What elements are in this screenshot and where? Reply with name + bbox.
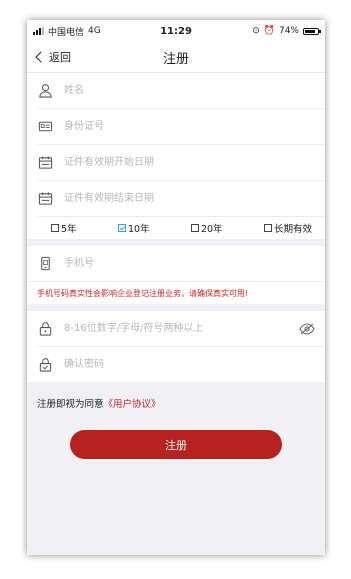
password-row: [37, 311, 325, 347]
start-date-row[interactable]: [37, 145, 325, 181]
confirm-password-input[interactable]: [62, 358, 315, 371]
phone-screen: 中国电信 4G 11:29 ⊙ ⏰ 74% 返回 注册 姓名 身份证号 证件有效…: [27, 20, 325, 555]
identity-section: 5年 10年 20年 长期有效: [27, 73, 325, 239]
calendar-icon: [37, 155, 53, 171]
carrier-label: 中国电信: [48, 27, 85, 38]
mobile-phone-icon: [37, 256, 53, 272]
checkbox-icon: [51, 224, 59, 232]
phone-input[interactable]: [62, 257, 315, 270]
status-bar: 中国电信 4G 11:29 ⊙ ⏰ 74%: [27, 20, 325, 42]
option-10-years[interactable]: 10年: [117, 221, 150, 235]
calendar-icon: [37, 191, 53, 207]
option-long-term[interactable]: 长期有效: [263, 221, 312, 235]
checkbox-icon: [263, 224, 272, 232]
agreement-text: 注册即视为同意《用户协议》: [37, 399, 161, 410]
start-date-input[interactable]: [62, 156, 315, 169]
end-date-input[interactable]: [62, 192, 315, 205]
checkbox-icon: [190, 224, 199, 232]
register-button[interactable]: 注册: [70, 430, 282, 459]
phone-section: 手机号码真实性会影响企业登记注册业务，请确保真实可用!: [27, 246, 325, 304]
page-title: 注册: [162, 51, 189, 67]
option-5-years[interactable]: 5年: [51, 221, 77, 235]
chevron-left-icon: [35, 51, 47, 63]
lock-icon: [37, 321, 53, 337]
person-icon: [37, 83, 53, 99]
battery-icon: [303, 27, 321, 35]
id-row: [37, 109, 325, 145]
phone-warning: 手机号码真实性会影响企业登记注册业务，请确保真实可用!: [27, 281, 325, 304]
shield-check-icon: [37, 357, 53, 373]
name-row: [37, 73, 325, 109]
phone-row: [37, 246, 325, 281]
option-20-years[interactable]: 20年: [190, 221, 223, 235]
eye-hidden-icon[interactable]: [299, 322, 315, 335]
back-button[interactable]: 返回: [27, 49, 71, 65]
validity-options: 5年 10年 20年 长期有效: [51, 217, 325, 239]
battery-percent: 74%: [278, 26, 299, 36]
id-card-icon: [37, 119, 53, 135]
checkbox-checked-icon: [117, 224, 126, 232]
id-number-input[interactable]: [62, 120, 315, 133]
end-date-row[interactable]: [37, 181, 325, 217]
back-label: 返回: [49, 51, 71, 64]
password-section: [27, 311, 325, 382]
signal-icon: [33, 27, 44, 35]
name-input[interactable]: [62, 84, 315, 97]
password-input[interactable]: [62, 322, 299, 335]
nav-bar: 返回 注册: [27, 42, 325, 73]
alarm-icon: ⏰: [263, 26, 275, 36]
user-agreement-link[interactable]: 《用户协议》: [104, 399, 161, 410]
lock-rotation-icon: ⊙: [252, 26, 260, 36]
network-label: 4G: [88, 26, 101, 36]
confirm-password-row: [37, 347, 325, 382]
